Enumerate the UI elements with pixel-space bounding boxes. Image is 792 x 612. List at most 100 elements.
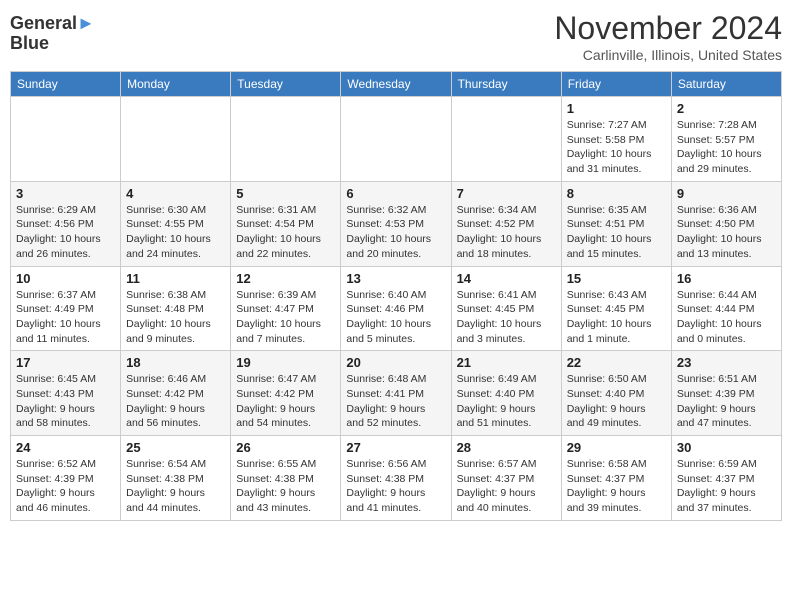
day-info: Sunrise: 7:28 AMSunset: 5:57 PMDaylight:…: [677, 118, 776, 177]
weekday-tuesday: Tuesday: [231, 72, 341, 97]
calendar-cell: 14 Sunrise: 6:41 AMSunset: 4:45 PMDayligh…: [451, 266, 561, 351]
calendar-cell: 7Sunrise: 6:34 AMSunset: 4:52 PMDaylight…: [451, 181, 561, 266]
day-number: 11: [126, 271, 225, 286]
day-info: Sunrise: 6:35 AMSunset: 4:51 PMDaylight:…: [567, 203, 666, 262]
day-info: Sunrise: 6:43 AMSunset: 4:45 PMDaylight:…: [567, 288, 666, 347]
day-info: Sunrise: 6:52 AMSunset: 4:39 PMDaylight:…: [16, 457, 115, 516]
calendar-table: SundayMondayTuesdayWednesdayThursdayFrid…: [10, 71, 782, 521]
day-info: Sunrise: 6:58 AMSunset: 4:37 PMDaylight:…: [567, 457, 666, 516]
calendar-cell: 5 Sunrise: 6:31 AMSunset: 4:54 PMDaylight…: [231, 181, 341, 266]
day-info: Sunrise: 6:57 AMSunset: 4:37 PMDaylight:…: [457, 457, 556, 516]
day-number: 19: [236, 355, 335, 370]
day-number: 30: [677, 440, 776, 455]
calendar-week-2: 3 Sunrise: 6:29 AMSunset: 4:56 PMDaylight…: [11, 181, 782, 266]
day-number: 6: [346, 186, 445, 201]
location: Carlinville, Illinois, United States: [554, 47, 782, 63]
day-info: Sunrise: 6:39 AMSunset: 4:47 PMDaylight:…: [236, 288, 335, 347]
day-info: Sunrise: 7:27 AMSunset: 5:58 PMDaylight:…: [567, 118, 666, 177]
day-number: 12: [236, 271, 335, 286]
calendar-cell: 21 Sunrise: 6:49 AMSunset: 4:40 PMDayligh…: [451, 351, 561, 436]
calendar-cell: [341, 97, 451, 182]
logo: General►Blue: [10, 14, 95, 54]
calendar-cell: [11, 97, 121, 182]
weekday-wednesday: Wednesday: [341, 72, 451, 97]
calendar-cell: 19 Sunrise: 6:47 AMSunset: 4:42 PMDayligh…: [231, 351, 341, 436]
calendar-cell: 18 Sunrise: 6:46 AMSunset: 4:42 PMDayligh…: [121, 351, 231, 436]
day-info: Sunrise: 6:32 AMSunset: 4:53 PMDaylight:…: [346, 203, 445, 262]
day-number: 22: [567, 355, 666, 370]
day-info: Sunrise: 6:36 AMSunset: 4:50 PMDaylight:…: [677, 203, 776, 262]
month-title: November 2024: [554, 10, 782, 47]
calendar-cell: 9 Sunrise: 6:36 AMSunset: 4:50 PMDaylight…: [671, 181, 781, 266]
calendar-cell: 26Sunrise: 6:55 AMSunset: 4:38 PMDayligh…: [231, 436, 341, 521]
day-number: 13: [346, 271, 445, 286]
calendar-cell: 17 Sunrise: 6:45 AMSunset: 4:43 PMDayligh…: [11, 351, 121, 436]
calendar-cell: 15 Sunrise: 6:43 AMSunset: 4:45 PMDayligh…: [561, 266, 671, 351]
weekday-saturday: Saturday: [671, 72, 781, 97]
day-info: Sunrise: 6:38 AMSunset: 4:48 PMDaylight:…: [126, 288, 225, 347]
day-info: Sunrise: 6:49 AMSunset: 4:40 PMDaylight:…: [457, 372, 556, 431]
day-number: 7: [457, 186, 556, 201]
day-number: 18: [126, 355, 225, 370]
day-info: Sunrise: 6:51 AMSunset: 4:39 PMDaylight:…: [677, 372, 776, 431]
calendar-cell: [121, 97, 231, 182]
day-info: Sunrise: 6:48 AMSunset: 4:41 PMDaylight:…: [346, 372, 445, 431]
calendar-cell: 29 Sunrise: 6:58 AMSunset: 4:37 PMDayligh…: [561, 436, 671, 521]
day-number: 4: [126, 186, 225, 201]
day-number: 28: [457, 440, 556, 455]
calendar-cell: 1 Sunrise: 7:27 AMSunset: 5:58 PMDaylight…: [561, 97, 671, 182]
day-info: Sunrise: 6:46 AMSunset: 4:42 PMDaylight:…: [126, 372, 225, 431]
calendar-week-5: 24 Sunrise: 6:52 AMSunset: 4:39 PMDayligh…: [11, 436, 782, 521]
weekday-header-row: SundayMondayTuesdayWednesdayThursdayFrid…: [11, 72, 782, 97]
calendar-week-4: 17 Sunrise: 6:45 AMSunset: 4:43 PMDayligh…: [11, 351, 782, 436]
calendar-cell: 12 Sunrise: 6:39 AMSunset: 4:47 PMDayligh…: [231, 266, 341, 351]
weekday-sunday: Sunday: [11, 72, 121, 97]
day-info: Sunrise: 6:47 AMSunset: 4:42 PMDaylight:…: [236, 372, 335, 431]
calendar-cell: 28 Sunrise: 6:57 AMSunset: 4:37 PMDayligh…: [451, 436, 561, 521]
page-header: General►Blue November 2024 Carlinville, …: [10, 10, 782, 63]
day-info: Sunrise: 6:40 AMSunset: 4:46 PMDaylight:…: [346, 288, 445, 347]
day-info: Sunrise: 6:31 AMSunset: 4:54 PMDaylight:…: [236, 203, 335, 262]
weekday-thursday: Thursday: [451, 72, 561, 97]
day-info: Sunrise: 6:54 AMSunset: 4:38 PMDaylight:…: [126, 457, 225, 516]
calendar-week-3: 10 Sunrise: 6:37 AMSunset: 4:49 PMDayligh…: [11, 266, 782, 351]
day-number: 15: [567, 271, 666, 286]
day-number: 14: [457, 271, 556, 286]
calendar-cell: 25 Sunrise: 6:54 AMSunset: 4:38 PMDayligh…: [121, 436, 231, 521]
weekday-monday: Monday: [121, 72, 231, 97]
calendar-cell: 4 Sunrise: 6:30 AMSunset: 4:55 PMDaylight…: [121, 181, 231, 266]
day-number: 26: [236, 440, 335, 455]
calendar-cell: [451, 97, 561, 182]
day-number: 17: [16, 355, 115, 370]
calendar-cell: 24 Sunrise: 6:52 AMSunset: 4:39 PMDayligh…: [11, 436, 121, 521]
day-number: 29: [567, 440, 666, 455]
day-info: Sunrise: 6:41 AMSunset: 4:45 PMDaylight:…: [457, 288, 556, 347]
calendar-cell: 3 Sunrise: 6:29 AMSunset: 4:56 PMDaylight…: [11, 181, 121, 266]
day-number: 3: [16, 186, 115, 201]
day-number: 5: [236, 186, 335, 201]
calendar-cell: [231, 97, 341, 182]
calendar-cell: 6 Sunrise: 6:32 AMSunset: 4:53 PMDaylight…: [341, 181, 451, 266]
day-number: 21: [457, 355, 556, 370]
day-number: 2: [677, 101, 776, 116]
calendar-week-1: 1 Sunrise: 7:27 AMSunset: 5:58 PMDaylight…: [11, 97, 782, 182]
day-number: 8: [567, 186, 666, 201]
day-info: Sunrise: 6:30 AMSunset: 4:55 PMDaylight:…: [126, 203, 225, 262]
day-number: 23: [677, 355, 776, 370]
day-info: Sunrise: 6:37 AMSunset: 4:49 PMDaylight:…: [16, 288, 115, 347]
day-info: Sunrise: 6:29 AMSunset: 4:56 PMDaylight:…: [16, 203, 115, 262]
calendar-cell: 16Sunrise: 6:44 AMSunset: 4:44 PMDayligh…: [671, 266, 781, 351]
day-number: 1: [567, 101, 666, 116]
day-number: 27: [346, 440, 445, 455]
day-info: Sunrise: 6:44 AMSunset: 4:44 PMDaylight:…: [677, 288, 776, 347]
day-number: 25: [126, 440, 225, 455]
day-info: Sunrise: 6:59 AMSunset: 4:37 PMDaylight:…: [677, 457, 776, 516]
calendar-cell: 13 Sunrise: 6:40 AMSunset: 4:46 PMDayligh…: [341, 266, 451, 351]
day-info: Sunrise: 6:56 AMSunset: 4:38 PMDaylight:…: [346, 457, 445, 516]
title-block: November 2024 Carlinville, Illinois, Uni…: [554, 10, 782, 63]
day-number: 24: [16, 440, 115, 455]
calendar-cell: 23 Sunrise: 6:51 AMSunset: 4:39 PMDayligh…: [671, 351, 781, 436]
day-number: 9: [677, 186, 776, 201]
day-number: 10: [16, 271, 115, 286]
day-info: Sunrise: 6:45 AMSunset: 4:43 PMDaylight:…: [16, 372, 115, 431]
